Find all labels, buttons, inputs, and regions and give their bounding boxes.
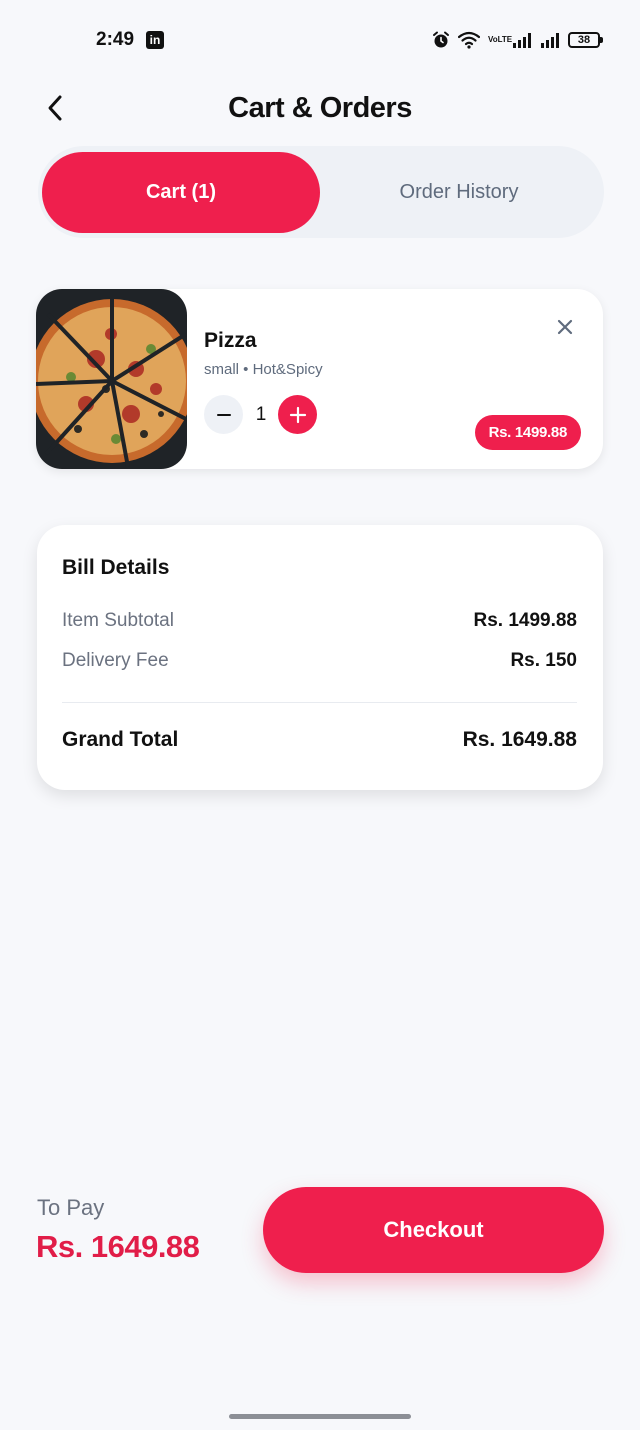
grand-total-value: Rs. 1649.88: [462, 728, 577, 751]
status-bar: 2:49 in VoLTE 38: [0, 0, 640, 80]
minus-icon: [216, 413, 231, 416]
wifi-icon: [458, 31, 480, 49]
pizza-image: [36, 289, 187, 469]
volte-icon: VoLTE: [488, 35, 513, 44]
status-icons: VoLTE 38: [432, 28, 603, 52]
battery-icon: 38: [568, 32, 603, 48]
quantity-value: 1: [255, 404, 267, 425]
alarm-icon: [433, 31, 449, 48]
delivery-fee-value: Rs. 150: [510, 650, 577, 671]
decrease-quantity-button[interactable]: [204, 395, 243, 434]
close-icon: [557, 319, 573, 335]
status-time: 2:49: [96, 29, 135, 50]
to-pay-amount: Rs. 1649.88: [36, 1229, 200, 1264]
page-title: Cart & Orders: [228, 92, 412, 124]
home-indicator[interactable]: [229, 1414, 411, 1419]
item-price-badge: Rs. 1499.88: [474, 415, 581, 450]
increase-quantity-button[interactable]: [278, 395, 317, 434]
cart-screen: 2:49 in VoLTE 38 Cart & Orders Cart (1) …: [0, 0, 640, 1430]
tab-bar: Cart (1) Order History: [38, 146, 604, 238]
item-options: small • Hot&Spicy: [204, 361, 323, 378]
remove-item-button[interactable]: [553, 315, 577, 339]
signal-icon: [513, 33, 531, 48]
linkedin-icon: in: [146, 31, 164, 49]
grand-total-label: Grand Total: [62, 728, 179, 751]
cart-item-card: Pizza small • Hot&Spicy 1 Rs. 1499.88: [36, 289, 603, 469]
tab-order-history[interactable]: Order History: [320, 152, 598, 233]
bill-divider: [62, 702, 577, 703]
signal-icon-2: [541, 33, 559, 48]
to-pay-label: To Pay: [37, 1195, 105, 1220]
delivery-fee-label: Delivery Fee: [62, 650, 169, 671]
plus-icon: [289, 406, 306, 423]
tab-cart[interactable]: Cart (1): [42, 152, 320, 233]
item-subtotal-value: Rs. 1499.88: [473, 610, 577, 631]
bill-title: Bill Details: [62, 556, 170, 579]
bill-details-card: Bill Details Item Subtotal Rs. 1499.88 D…: [37, 525, 603, 790]
item-subtotal-label: Item Subtotal: [62, 610, 174, 631]
checkout-button[interactable]: Checkout: [263, 1187, 604, 1273]
item-name: Pizza: [204, 329, 257, 352]
